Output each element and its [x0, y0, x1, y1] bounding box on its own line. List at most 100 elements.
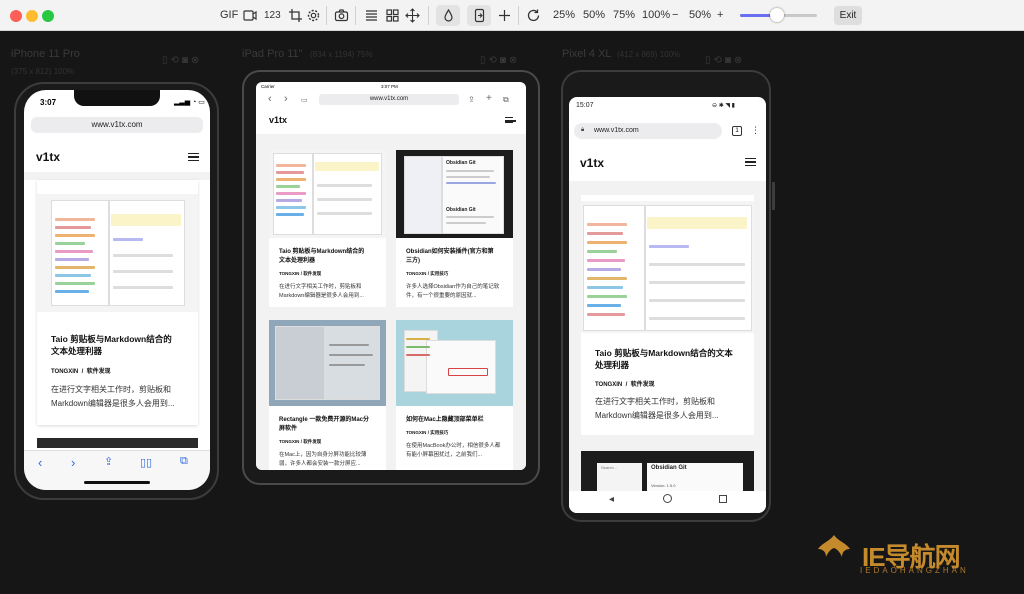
zoom-in-button[interactable]: + — [717, 8, 723, 23]
ipad-card-title[interactable]: Taio 剪贴板与Markdown结合的 文本处理利器 — [279, 248, 364, 266]
iphone-safari-toolbar: ‹ › ⇪ ▯▯ ⧉ — [24, 450, 210, 490]
pixel-menu-icon[interactable] — [745, 158, 756, 166]
device-name-ipad: iPad Pro 11" — [242, 48, 303, 60]
zoom-slider-handle[interactable] — [770, 8, 785, 22]
device-name-iphone: iPhone 11 Pro — [11, 48, 80, 60]
ipad-card-thumbnail — [269, 320, 386, 406]
drop-icon — [441, 8, 456, 23]
pixel-article-thumbnail — [581, 201, 754, 333]
ipad-menu-icon[interactable] — [505, 117, 516, 123]
tabs-icon[interactable]: ⧉ — [180, 455, 188, 468]
ipad-share-icon[interactable]: ⇪ — [468, 95, 475, 104]
ipad-card-title[interactable]: Rectangle 一款免费开源的Mac分 屏软件 — [279, 416, 369, 434]
toolbar-divider — [355, 6, 356, 25]
ipad-card-excerpt: 在使用MacBook办公时，相信很多人都 有能小屏幕困扰过，之前我们... — [406, 443, 501, 458]
pixel-article-title[interactable]: Taio 剪贴板与Markdown结合的文本 处理利器 — [595, 347, 733, 371]
close-window-button[interactable] — [10, 10, 22, 22]
ipad-status-time: 3:07 PM — [381, 84, 398, 89]
forward-icon[interactable]: › — [71, 455, 75, 470]
ipad-new-tab-icon[interactable]: + — [486, 93, 492, 104]
toolbar-divider — [326, 6, 327, 25]
pixel-article-card[interactable]: Taio 剪贴板与Markdown结合的文本 处理利器 TONGXIN / 软件发… — [581, 195, 754, 435]
iphone-notch — [74, 90, 160, 106]
gif-button[interactable]: GIF — [220, 8, 238, 23]
move-icon[interactable] — [405, 8, 420, 23]
device-actions-iphone[interactable]: ▯⟲◙⊗ — [162, 55, 202, 66]
ipad-forward-icon[interactable]: › — [284, 93, 288, 105]
share-icon[interactable]: ⇪ — [104, 455, 113, 468]
iphone-article-card[interactable]: Taio 剪贴板与Markdown结合的 文本处理利器 TONGXIN / 软件发… — [37, 180, 198, 425]
pixel-status-time: 15:07 — [576, 102, 594, 109]
ipad-back-icon[interactable]: ‹ — [268, 93, 272, 105]
android-back-icon[interactable]: ◂ — [609, 494, 614, 505]
iphone-screen: 3:07 ▂▃▅ ◔ ▭ www.v1tx.com v1tx Taio 剪贴板与… — [24, 90, 210, 490]
iphone-article-excerpt: 在进行文字相关工作时，剪贴板和 Markdown编辑器是很多人会用到... — [51, 385, 175, 408]
pixel-url-bar[interactable]: www.v1tx.com — [574, 123, 722, 139]
iphone-url-bar[interactable]: www.v1tx.com — [31, 117, 203, 133]
ipad-url-bar[interactable]: www.v1tx.com — [319, 94, 459, 105]
pixel-screen: 15:07 ⊖ ✱ ◥ ▮ www.v1tx.com 🔒︎ 1 ⋮ v1tx T… — [569, 97, 766, 513]
ipad-card-excerpt: 许多人选择Obsidian作为自己的笔记软 件，有一个很重要的原因就... — [406, 284, 500, 299]
iphone-next-card — [37, 438, 198, 448]
iphone-menu-icon[interactable] — [188, 153, 199, 161]
add-device-icon[interactable] — [497, 8, 512, 23]
align-icon[interactable] — [364, 8, 379, 23]
iphone-site-logo[interactable]: v1tx — [36, 150, 60, 164]
pixel-next-thumb-right: Obsidian Git Version: 1.5.0 — [647, 463, 743, 491]
ipad-card-excerpt: 在进行文字相关工作时，剪贴板和 Markdown编辑器是很多人会用到... — [279, 284, 364, 299]
ipad-card[interactable]: Obsidian Git Obsidian Git Obsidian如何安装插件… — [396, 150, 513, 307]
pixel-article-excerpt: 在进行文字相关工作时，剪贴板和 Markdown编辑器是很多人会用到... — [595, 397, 719, 420]
pixel-status-icons: ⊖ ✱ ◥ ▮ — [712, 103, 735, 109]
toolbar: GIF 123 25% 50% 75% 100% − 50% + Exit — [0, 0, 1024, 31]
camera-icon[interactable] — [334, 8, 349, 23]
ipad-card-title[interactable]: 如何在Mac上隐藏顶部菜单栏 — [406, 416, 484, 425]
zoom-slider[interactable] — [740, 8, 817, 22]
iphone-article-meta: TONGXIN / 软件发现 — [51, 369, 111, 375]
ipad-obsidian-title: Obsidian Git — [446, 160, 476, 166]
back-icon[interactable]: ‹ — [38, 455, 42, 470]
ipad-card[interactable]: Rectangle 一款免费开源的Mac分 屏软件 TONGXIN / 软件发现 … — [269, 320, 386, 470]
zoom-25-button[interactable]: 25% — [553, 8, 575, 23]
iphone-article-title[interactable]: Taio 剪贴板与Markdown结合的 文本处理利器 — [51, 333, 172, 357]
android-recents-icon[interactable] — [719, 495, 727, 503]
ipad-card-thumbnail: Obsidian Git Obsidian Git — [396, 150, 513, 238]
bookmarks-icon[interactable]: ▯▯ — [140, 456, 152, 469]
pixel-tab-count[interactable]: 1 — [732, 126, 742, 136]
home-indicator — [84, 481, 150, 484]
android-home-icon[interactable] — [663, 494, 672, 503]
watermark-logo-icon — [816, 533, 852, 561]
iphone-article-thumbnail — [37, 194, 198, 312]
ipad-tabs-icon[interactable]: ⧉ — [503, 95, 509, 105]
pixel-overflow-menu-icon[interactable]: ⋮ — [751, 125, 760, 136]
iphone-status-icons: ▂▃▅ ◔ ▭ — [174, 99, 205, 106]
ipad-card[interactable]: Taio 剪贴板与Markdown结合的 文本处理利器 TONGXIN / 软件发… — [269, 150, 386, 307]
pixel-next-card[interactable]: Search... Obsidian Git Version: 1.5.0 — [581, 451, 754, 491]
ipad-reader-icon[interactable]: ▭ — [301, 96, 308, 104]
zoom-50-button[interactable]: 50% — [583, 8, 605, 23]
pixel-article-meta: TONGXIN / 软件发现 — [595, 382, 655, 388]
zoom-100-button[interactable]: 100% — [642, 8, 670, 23]
pixel-site-logo[interactable]: v1tx — [580, 156, 604, 170]
reload-icon[interactable] — [526, 8, 541, 23]
zoom-75-button[interactable]: 75% — [613, 8, 635, 23]
zoom-out-button[interactable]: − — [672, 8, 678, 23]
iphone-status-time: 3:07 — [40, 98, 57, 107]
pixel-next-thumb-left: Search... — [597, 463, 642, 491]
ipad-screen: Carrier 3:07 PM ‹ › ▭ www.v1tx.com ⇪ + ⧉… — [256, 82, 526, 470]
device-actions-pixel[interactable]: ▯⟲◙⊗ — [705, 55, 745, 66]
device-size-pixel: (412 x 869) 100% — [617, 50, 681, 59]
ruler-number-button[interactable]: 123 — [264, 8, 281, 23]
ipad-card-title[interactable]: Obsidian如何安装插件(官方和第 三方) — [406, 248, 494, 266]
ipad-obsidian-title-2: Obsidian Git — [446, 207, 476, 213]
ipad-card[interactable]: 如何在Mac上隐藏顶部菜单栏 TONGXIN / 实用技巧 在使用MacBook… — [396, 320, 513, 470]
ipad-site-logo[interactable]: v1tx — [269, 115, 287, 125]
grid-icon[interactable] — [385, 8, 400, 23]
record-icon[interactable] — [242, 8, 257, 23]
gear-icon[interactable] — [306, 8, 321, 23]
exit-button[interactable]: Exit — [834, 6, 862, 25]
maximize-window-button[interactable] — [42, 10, 54, 22]
device-actions-ipad[interactable]: ▯⟲◙⊗ — [480, 55, 520, 66]
minimize-window-button[interactable] — [26, 10, 38, 22]
crop-icon[interactable] — [288, 8, 303, 23]
ipad-card-thumbnail — [396, 320, 513, 406]
